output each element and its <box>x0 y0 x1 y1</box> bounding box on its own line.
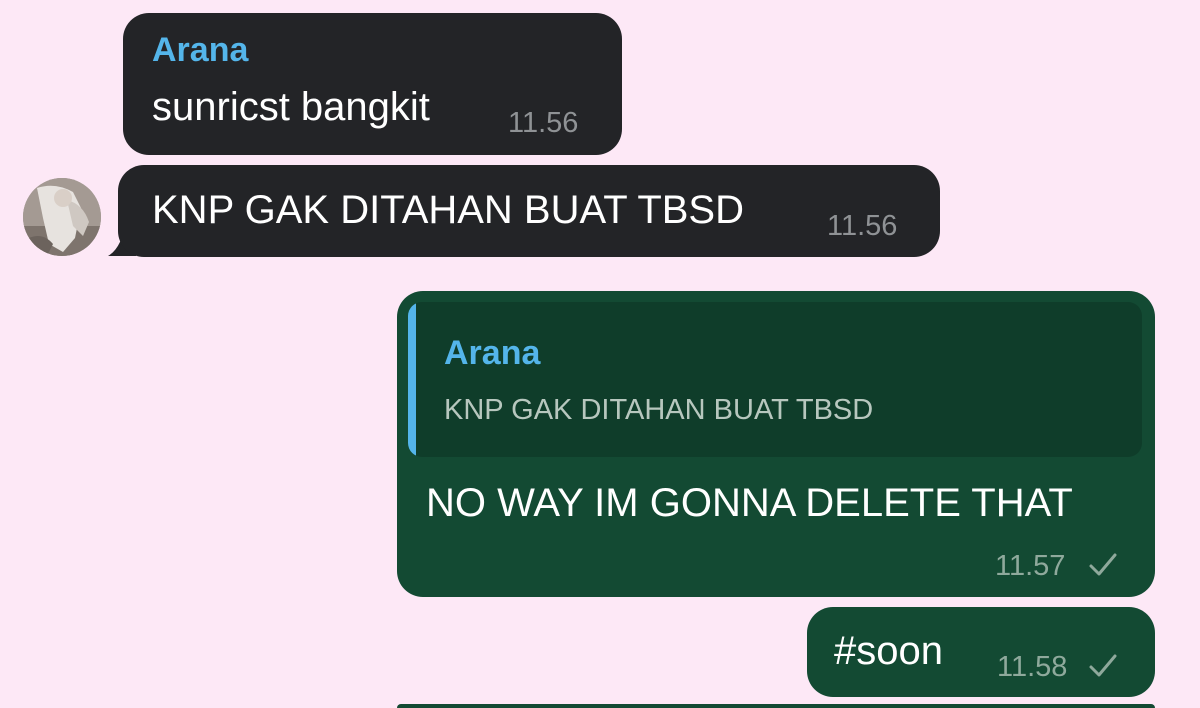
reply-accent-bar <box>408 302 416 457</box>
reply-quoted-text: KNP GAK DITAHAN BUAT TBSD <box>444 394 874 426</box>
reply-sender-name: Arana <box>444 334 541 372</box>
message-timestamp: 11.57 <box>995 550 1066 582</box>
avatar[interactable] <box>23 178 101 256</box>
message-bubble-outgoing-partial[interactable] <box>397 704 1155 708</box>
check-icon <box>1089 654 1117 677</box>
message-bubble-outgoing[interactable]: #soon 11.58 <box>807 607 1155 697</box>
message-bubble-outgoing[interactable]: Arana KNP GAK DITAHAN BUAT TBSD NO WAY I… <box>397 291 1155 597</box>
check-icon <box>1089 553 1117 576</box>
message-timestamp: 11.58 <box>997 651 1068 683</box>
sender-name[interactable]: Arana <box>152 31 248 70</box>
message-bubble-incoming[interactable]: KNP GAK DITAHAN BUAT TBSD 11.56 <box>118 165 940 257</box>
message-text: sunricst bangkit <box>152 85 430 129</box>
message-text: KNP GAK DITAHAN BUAT TBSD <box>152 188 744 232</box>
message-timestamp: 11.56 <box>827 210 898 242</box>
message-text: NO WAY IM GONNA DELETE THAT <box>426 481 1073 525</box>
message-text: #soon <box>834 629 943 673</box>
avatar-photo-icon <box>23 178 101 256</box>
reply-preview[interactable]: Arana KNP GAK DITAHAN BUAT TBSD <box>408 302 1142 457</box>
message-timestamp: 11.56 <box>508 107 579 139</box>
message-bubble-incoming[interactable]: Arana sunricst bangkit 11.56 <box>123 13 622 155</box>
